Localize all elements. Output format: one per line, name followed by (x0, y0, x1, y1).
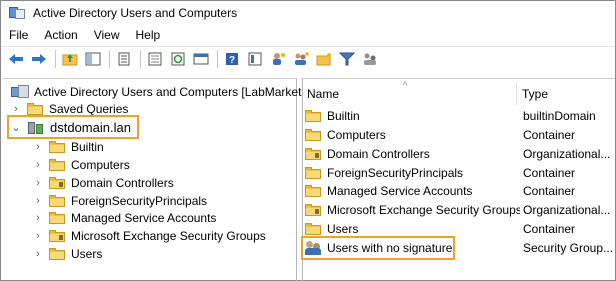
folder-icon (49, 247, 65, 260)
tree-item-exchange-security-groups[interactable]: › Microsoft Exchange Security Groups (33, 226, 266, 245)
chevron-right-icon[interactable]: › (33, 177, 43, 189)
tree-item-label: Builtin (71, 139, 104, 154)
chevron-right-icon[interactable]: › (11, 103, 21, 115)
filter-icon[interactable] (338, 50, 356, 68)
list-item-name: Users (327, 221, 359, 236)
list-item-name: Domain Controllers (327, 146, 430, 161)
menu-view[interactable]: View (94, 28, 120, 42)
up-folder-icon[interactable] (61, 50, 79, 68)
ou-folder-icon (49, 176, 65, 189)
new-user-icon[interactable] (269, 50, 287, 68)
menu-file[interactable]: File (9, 28, 28, 42)
list-item-type: Container (523, 183, 576, 198)
tree-item-label: ForeignSecurityPrincipals (71, 193, 208, 208)
ou-folder-icon (305, 203, 321, 216)
new-ou-icon[interactable] (315, 50, 333, 68)
list-item[interactable]: Domain Controllers Organizational... (305, 144, 613, 163)
folder-icon (305, 222, 321, 235)
chevron-right-icon[interactable]: › (33, 159, 43, 171)
delegate-icon[interactable] (361, 50, 379, 68)
aduc-root-icon (11, 84, 29, 99)
list-item-type: Organizational... (523, 146, 611, 161)
menu-bar: File Action View Help (1, 25, 615, 45)
tree-item-computers[interactable]: › Computers (33, 155, 130, 174)
sort-ascending-icon: ^ (403, 80, 408, 90)
tree-item-label: Managed Service Accounts (71, 210, 217, 225)
help-icon[interactable]: ? (223, 50, 241, 68)
console-icon[interactable] (192, 50, 210, 68)
list-item-type: Container (523, 221, 576, 236)
folder-icon (305, 109, 321, 122)
list-header: ^ Name Type (302, 80, 615, 105)
aduc-app-icon (9, 6, 25, 20)
window-title: Active Directory Users and Computers (33, 6, 238, 20)
refresh-icon[interactable] (169, 50, 187, 68)
folder-icon (305, 184, 321, 197)
folder-icon (305, 166, 321, 179)
column-header-type[interactable]: Type (517, 83, 548, 105)
list-item-name: Microsoft Exchange Security Groups (327, 202, 520, 217)
ou-folder-icon (305, 147, 321, 160)
tree-item-label: Users (71, 246, 103, 261)
list-item-type: Security Group... (522, 240, 613, 255)
tree-item-label: Microsoft Exchange Security Groups (71, 228, 266, 243)
column-header-name[interactable]: ^ Name (302, 80, 517, 105)
ou-folder-icon (49, 229, 65, 242)
toolbar-separator (217, 50, 218, 68)
list-item-type: Container (523, 127, 576, 142)
svg-text:?: ? (229, 55, 235, 66)
list-item[interactable]: Computers Container (305, 125, 613, 144)
list-item-name: Managed Service Accounts (327, 183, 473, 198)
folder-icon (27, 102, 43, 115)
list-item-type: builtinDomain (523, 108, 596, 123)
tree-item-label: Saved Queries (49, 101, 129, 116)
tree-item-managed-service-accounts[interactable]: › Managed Service Accounts (33, 208, 216, 227)
show-hide-tree-icon[interactable] (84, 50, 102, 68)
list-item[interactable]: Managed Service Accounts Container (305, 181, 613, 200)
chevron-right-icon[interactable]: › (33, 141, 43, 153)
list-item-type: Container (523, 165, 576, 180)
title-bar: Active Directory Users and Computers (1, 1, 615, 25)
properties-icon[interactable] (115, 50, 133, 68)
tree-item-builtin[interactable]: › Builtin (33, 137, 104, 156)
list-item-name: ForeignSecurityPrincipals (327, 165, 464, 180)
list-item-name: Computers (327, 127, 386, 142)
chevron-right-icon[interactable]: › (33, 230, 43, 242)
toolbar: ? (1, 46, 615, 71)
chevron-right-icon[interactable]: › (33, 195, 43, 207)
tree-item-label: Domain Controllers (71, 175, 174, 190)
list-item-name: Builtin (327, 108, 360, 123)
forward-arrow-icon[interactable] (30, 50, 48, 68)
list-item[interactable]: Builtin builtinDomain (305, 106, 613, 125)
list-item[interactable]: Microsoft Exchange Security Groups Organ… (305, 200, 613, 219)
new-group-icon[interactable] (292, 50, 310, 68)
menu-help[interactable]: Help (136, 28, 161, 42)
app-window: Active Directory Users and Computers Fil… (0, 0, 616, 281)
list-item-type: Organizational... (523, 202, 611, 217)
toolbar-separator (55, 50, 56, 68)
tree-item-users[interactable]: › Users (33, 244, 102, 263)
tree-item-label: Computers (71, 157, 130, 172)
chevron-right-icon[interactable]: › (33, 248, 43, 260)
chevron-right-icon[interactable]: › (33, 212, 43, 224)
folder-icon (49, 140, 65, 153)
folder-icon (49, 194, 65, 207)
tree-item-domain-controllers[interactable]: › Domain Controllers (33, 173, 174, 192)
folder-icon (305, 128, 321, 141)
list-item[interactable]: ForeignSecurityPrincipals Container (305, 163, 613, 182)
toolbar-separator (109, 50, 110, 68)
folder-icon (49, 211, 65, 224)
toolbar-separator (140, 50, 141, 68)
export-list-icon[interactable] (146, 50, 164, 68)
back-arrow-icon[interactable] (7, 50, 25, 68)
tree-root-label: Active Directory Users and Computers [La… (34, 84, 302, 99)
folder-icon (49, 158, 65, 171)
domain-highlight-box (7, 115, 139, 139)
group-highlight-box (301, 236, 455, 260)
details-icon[interactable] (246, 50, 264, 68)
menu-action[interactable]: Action (44, 28, 77, 42)
